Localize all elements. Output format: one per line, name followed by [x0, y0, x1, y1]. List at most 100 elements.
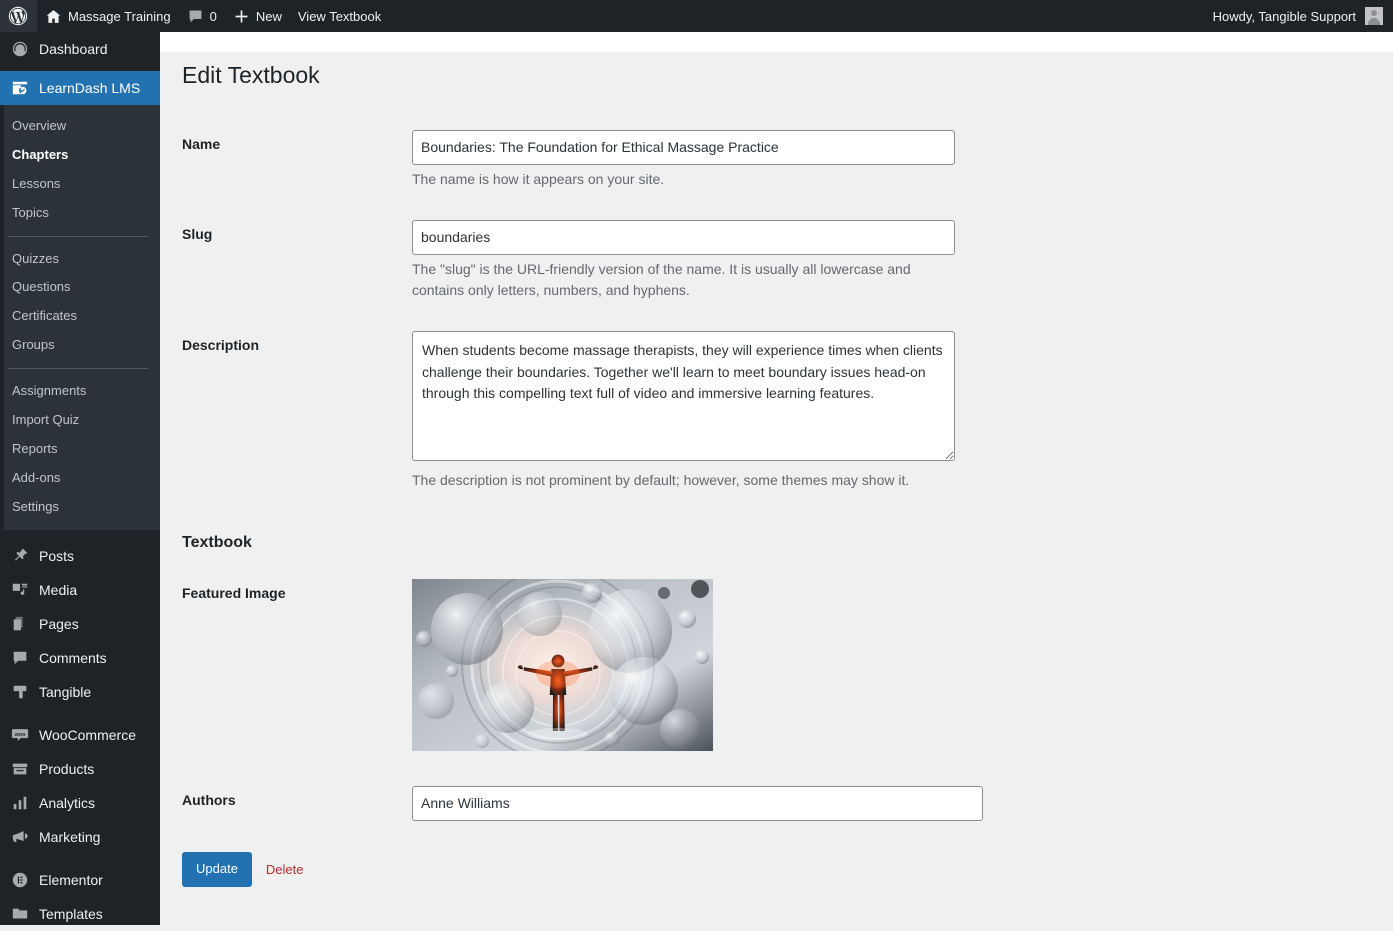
table-row-authors: Authors — [182, 766, 1172, 836]
slug-description: The "slug" is the URL-friendly version o… — [412, 259, 957, 301]
sidebar-item-elementor[interactable]: Elementor — [0, 863, 160, 897]
comments-count: 0 — [210, 9, 217, 24]
pin-icon — [10, 547, 30, 565]
sidebar-item-chapters[interactable]: Chapters — [4, 141, 160, 170]
comment-bubble-icon — [187, 8, 204, 25]
term-fields-table: Name The name is how it appears on your … — [182, 115, 1172, 506]
sidebar-item-overview[interactable]: Overview — [4, 112, 160, 141]
admin-bar: Massage Training 0 New View Textbook How… — [0, 0, 1393, 32]
slug-label: Slug — [182, 205, 402, 316]
folder-icon — [10, 905, 30, 923]
sidebar-item-label: WooCommerce — [39, 727, 136, 743]
submenu-divider — [8, 368, 148, 369]
sidebar-item-marketing[interactable]: Marketing — [0, 820, 160, 854]
svg-text:woo: woo — [14, 731, 26, 737]
sidebar-item-topics[interactable]: Topics — [4, 199, 160, 228]
sidebar-item-label: Posts — [39, 548, 74, 564]
form-actions: Update Delete — [182, 836, 1393, 887]
sidebar-item-posts[interactable]: Posts — [0, 539, 160, 573]
comments-menu[interactable]: 0 — [179, 0, 225, 32]
name-input[interactable] — [412, 130, 955, 165]
view-textbook-label: View Textbook — [298, 9, 381, 24]
sidebar-item-tangible[interactable]: Tangible — [0, 675, 160, 709]
learndash-submenu: Overview Chapters Lessons Topics Quizzes… — [0, 105, 160, 530]
pages-icon — [10, 615, 30, 633]
sidebar-item-dashboard[interactable]: Dashboard — [0, 32, 160, 66]
sidebar-item-label: Templates — [39, 906, 103, 922]
sidebar-item-assignments[interactable]: Assignments — [4, 377, 160, 406]
sidebar-divider — [0, 530, 160, 539]
authors-input[interactable] — [412, 786, 983, 821]
sidebar-item-learndash-lms[interactable]: LearnDash LMS — [0, 71, 160, 105]
site-name-menu[interactable]: Massage Training — [37, 0, 179, 32]
sidebar-item-woocommerce[interactable]: woo WooCommerce — [0, 718, 160, 752]
table-row-featured-image: Featured Image — [182, 566, 1172, 766]
sidebar-item-quizzes[interactable]: Quizzes — [4, 245, 160, 274]
home-icon — [45, 8, 62, 25]
megaphone-icon — [10, 828, 30, 846]
elementor-icon — [10, 871, 30, 889]
dashboard-icon — [10, 40, 30, 58]
sidebar-item-label: Pages — [39, 616, 79, 632]
tangible-icon — [10, 683, 30, 701]
description-textarea[interactable]: When students become massage therapists,… — [412, 331, 955, 461]
page-title: Edit Textbook — [182, 52, 1393, 115]
sidebar-item-certificates[interactable]: Certificates — [4, 302, 160, 331]
update-button[interactable]: Update — [182, 852, 252, 887]
user-avatar-icon — [1365, 7, 1383, 25]
sidebar-item-label: Tangible — [39, 684, 91, 700]
sidebar-item-reports[interactable]: Reports — [4, 435, 160, 464]
site-name-label: Massage Training — [68, 9, 171, 24]
sidebar-item-label: Dashboard — [39, 41, 108, 57]
table-row-description: Description When students become massage… — [182, 316, 1172, 506]
sidebar-item-templates[interactable]: Templates — [0, 897, 160, 931]
delete-link[interactable]: Delete — [266, 862, 304, 877]
sidebar-item-settings[interactable]: Settings — [4, 493, 160, 522]
slug-input[interactable] — [412, 220, 955, 255]
sidebar-item-media[interactable]: Media — [0, 573, 160, 607]
table-row-name: Name The name is how it appears on your … — [182, 115, 1172, 205]
authors-label: Authors — [182, 766, 402, 836]
sidebar-item-label: Comments — [39, 650, 107, 666]
sidebar-item-label: Marketing — [39, 829, 100, 845]
description-label: Description — [182, 316, 402, 506]
featured-image-label: Featured Image — [182, 566, 402, 766]
learndash-icon — [10, 79, 30, 97]
description-help: The description is not prominent by defa… — [412, 470, 957, 491]
products-icon — [10, 760, 30, 778]
sidebar-item-import-quiz[interactable]: Import Quiz — [4, 406, 160, 435]
sidebar-divider — [0, 709, 160, 718]
content-top-bar — [160, 32, 1393, 52]
howdy-label: Howdy, Tangible Support — [1213, 9, 1356, 24]
sidebar-item-lessons[interactable]: Lessons — [4, 170, 160, 199]
sidebar-item-groups[interactable]: Groups — [4, 331, 160, 360]
media-icon — [10, 581, 30, 599]
sidebar-item-comments[interactable]: Comments — [0, 641, 160, 675]
sidebar-item-products[interactable]: Products — [0, 752, 160, 786]
sidebar-item-add-ons[interactable]: Add-ons — [4, 464, 160, 493]
edit-textbook-form: Edit Textbook Name The name is how it ap… — [160, 52, 1393, 925]
sidebar-item-questions[interactable]: Questions — [4, 273, 160, 302]
featured-image-thumbnail[interactable] — [412, 579, 713, 751]
textbook-fields-table: Featured Image — [182, 566, 1172, 836]
sidebar-item-analytics[interactable]: Analytics — [0, 786, 160, 820]
sidebar-item-label: Elementor — [39, 872, 103, 888]
account-menu[interactable]: Howdy, Tangible Support — [1213, 7, 1393, 25]
section-title-textbook: Textbook — [182, 506, 1393, 566]
sidebar-item-label: Products — [39, 761, 94, 777]
table-row-slug: Slug The "slug" is the URL-friendly vers… — [182, 205, 1172, 316]
bar-chart-icon — [10, 794, 30, 812]
view-textbook-link[interactable]: View Textbook — [290, 0, 389, 32]
new-content-menu[interactable]: New — [225, 0, 290, 32]
sidebar-item-label: Analytics — [39, 795, 95, 811]
wordpress-logo-icon — [8, 6, 28, 26]
name-label: Name — [182, 115, 402, 205]
comment-bubble-icon — [10, 649, 30, 667]
wordpress-logo-button[interactable] — [0, 0, 37, 32]
sidebar-divider — [0, 854, 160, 863]
admin-sidebar: Dashboard LearnDash LMS Overview Chapter… — [0, 32, 160, 925]
sidebar-item-label: LearnDash LMS — [39, 80, 140, 96]
woocommerce-icon: woo — [10, 726, 30, 744]
sidebar-item-pages[interactable]: Pages — [0, 607, 160, 641]
plus-icon — [233, 8, 250, 25]
